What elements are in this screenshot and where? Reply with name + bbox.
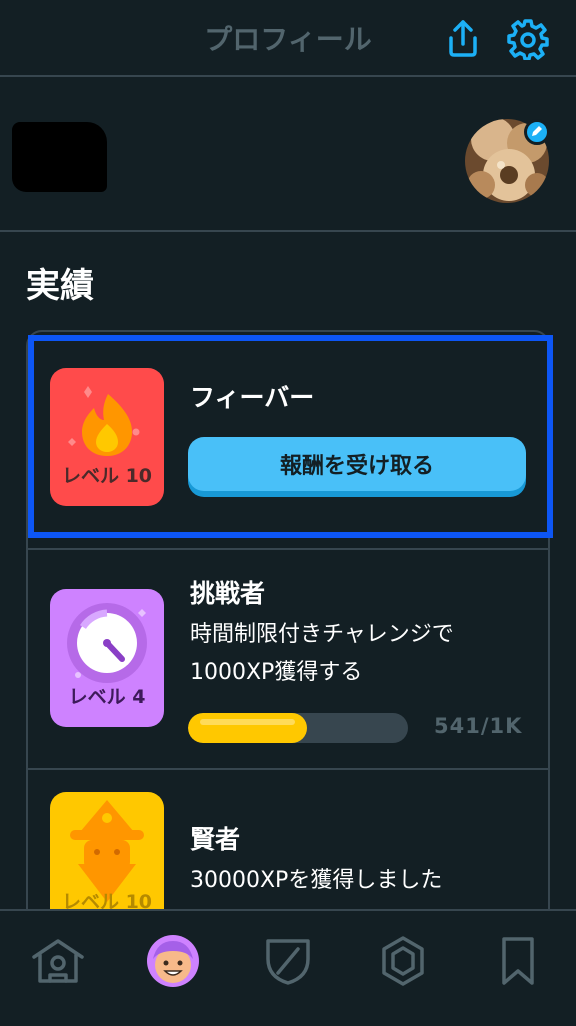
progress-bar (188, 713, 408, 743)
achievement-title-challenger: 挑戦者 (190, 579, 266, 608)
progress-shine (200, 719, 296, 725)
profile-section (0, 77, 576, 232)
hexagon-icon[interactable] (373, 931, 433, 991)
achievement-badge-challenger: レベル 4 (50, 589, 164, 727)
bookmark-icon[interactable] (488, 931, 548, 991)
redacted-username (12, 122, 107, 192)
progress-text: 541/1K (434, 714, 523, 738)
progress-fill (188, 713, 308, 743)
header: プロフィール (0, 0, 576, 77)
shield-icon[interactable] (258, 931, 318, 991)
home-icon[interactable] (28, 931, 88, 991)
achievement-description-line2: 1000XP獲得する (190, 660, 363, 685)
page-title: プロフィール (204, 23, 372, 56)
badge-level-text: レベル 4 (68, 686, 146, 708)
gear-icon[interactable] (507, 18, 549, 61)
achievement-description-line1: 時間制限付きチャレンジで (190, 622, 454, 647)
bottom-nav (0, 909, 576, 1026)
achievement-title-sage: 賢者 (190, 825, 241, 854)
pencil-icon[interactable] (524, 119, 550, 145)
achievement-description: 30000XPを獲得しました (190, 868, 443, 893)
profile-avatar-icon[interactable] (143, 931, 203, 991)
highlight-box (28, 335, 553, 538)
achievements-title: 実績 (26, 266, 94, 306)
share-icon[interactable] (443, 18, 483, 58)
